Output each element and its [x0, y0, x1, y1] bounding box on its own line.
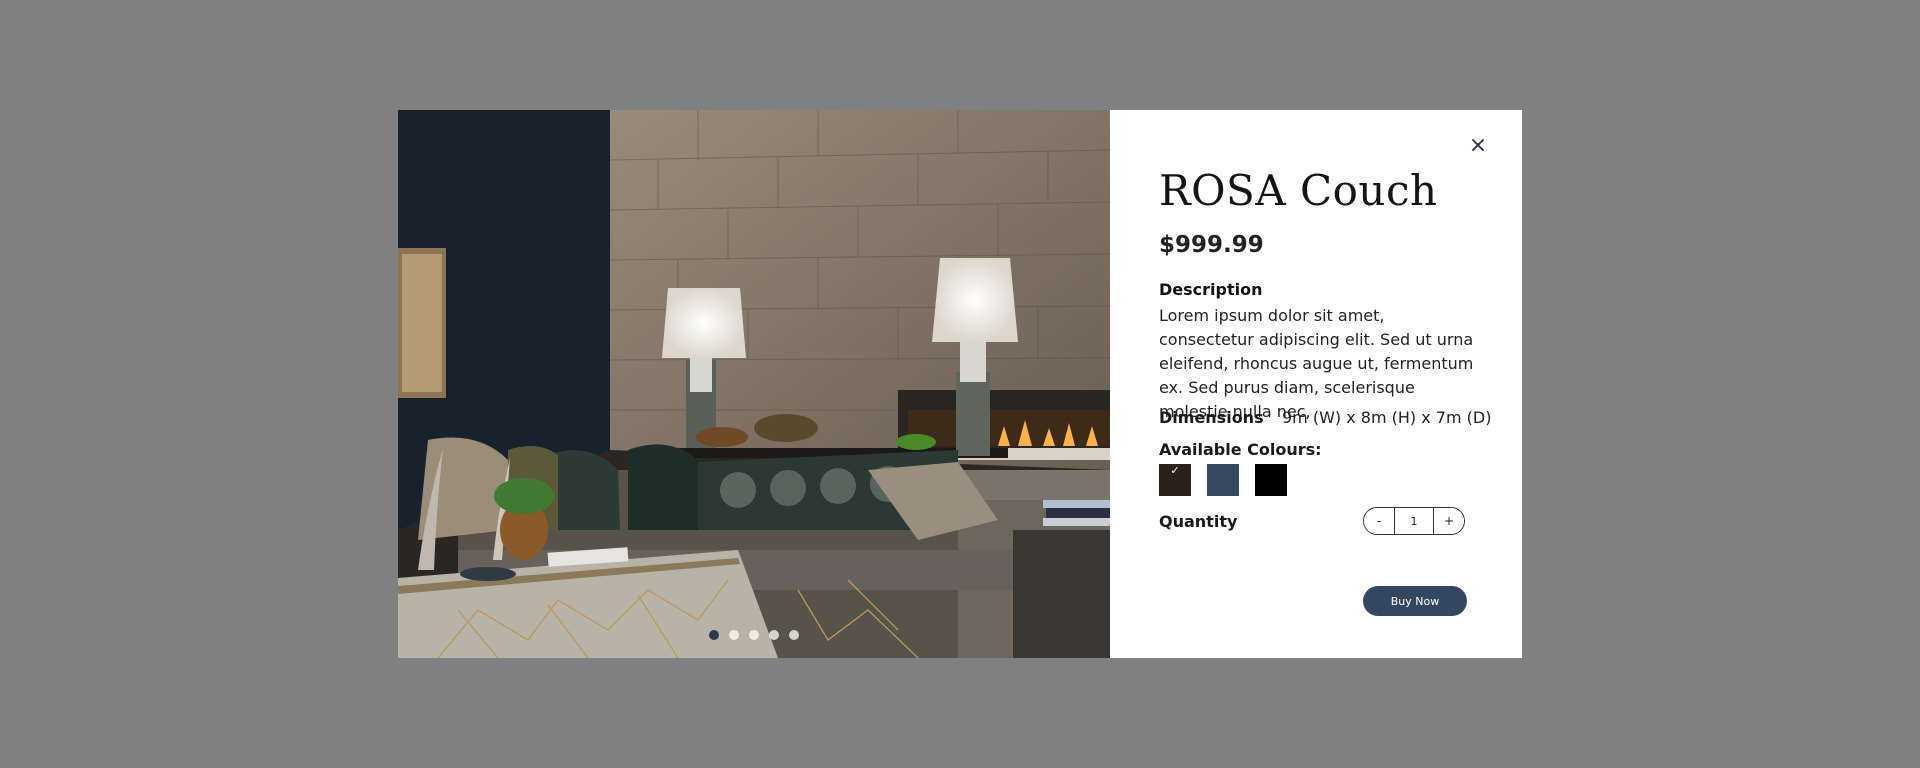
check-icon: ✓: [1170, 464, 1180, 477]
dimensions-label: Dimensions: [1159, 408, 1264, 427]
product-details: × ROSA Couch $999.99 Description Lorem i…: [1110, 110, 1522, 658]
carousel-dot-2[interactable]: [729, 630, 739, 640]
description-label: Description: [1159, 280, 1263, 299]
description-text: Lorem ipsum dolor sit amet, consectetur …: [1159, 306, 1474, 421]
product-image-carousel[interactable]: [398, 110, 1110, 658]
product-photo: [398, 110, 1110, 658]
carousel-dots: [398, 630, 1110, 640]
colour-swatches: ✓: [1159, 464, 1287, 496]
carousel-dot-5[interactable]: [789, 630, 799, 640]
carousel-dot-4[interactable]: [769, 630, 779, 640]
quantity-input[interactable]: [1394, 508, 1434, 534]
available-colours-label: Available Colours:: [1159, 440, 1322, 459]
quantity-stepper: - +: [1363, 507, 1465, 535]
product-modal: × ROSA Couch $999.99 Description Lorem i…: [398, 110, 1522, 658]
carousel-dot-1[interactable]: [709, 630, 719, 640]
colour-swatch-brown[interactable]: ✓: [1159, 464, 1191, 496]
colour-swatch-black[interactable]: [1255, 464, 1287, 496]
product-title: ROSA Couch: [1159, 166, 1438, 215]
close-icon[interactable]: ×: [1468, 135, 1488, 157]
quantity-label: Quantity: [1159, 512, 1238, 531]
buy-now-button[interactable]: Buy Now: [1363, 586, 1467, 616]
increment-button[interactable]: +: [1434, 508, 1464, 534]
decrement-button[interactable]: -: [1364, 508, 1394, 534]
product-price: $999.99: [1159, 232, 1264, 258]
carousel-dot-3[interactable]: [749, 630, 759, 640]
colour-swatch-navy[interactable]: [1207, 464, 1239, 496]
dimensions-value: 9m (W) x 8m (H) x 7m (D): [1282, 408, 1492, 427]
